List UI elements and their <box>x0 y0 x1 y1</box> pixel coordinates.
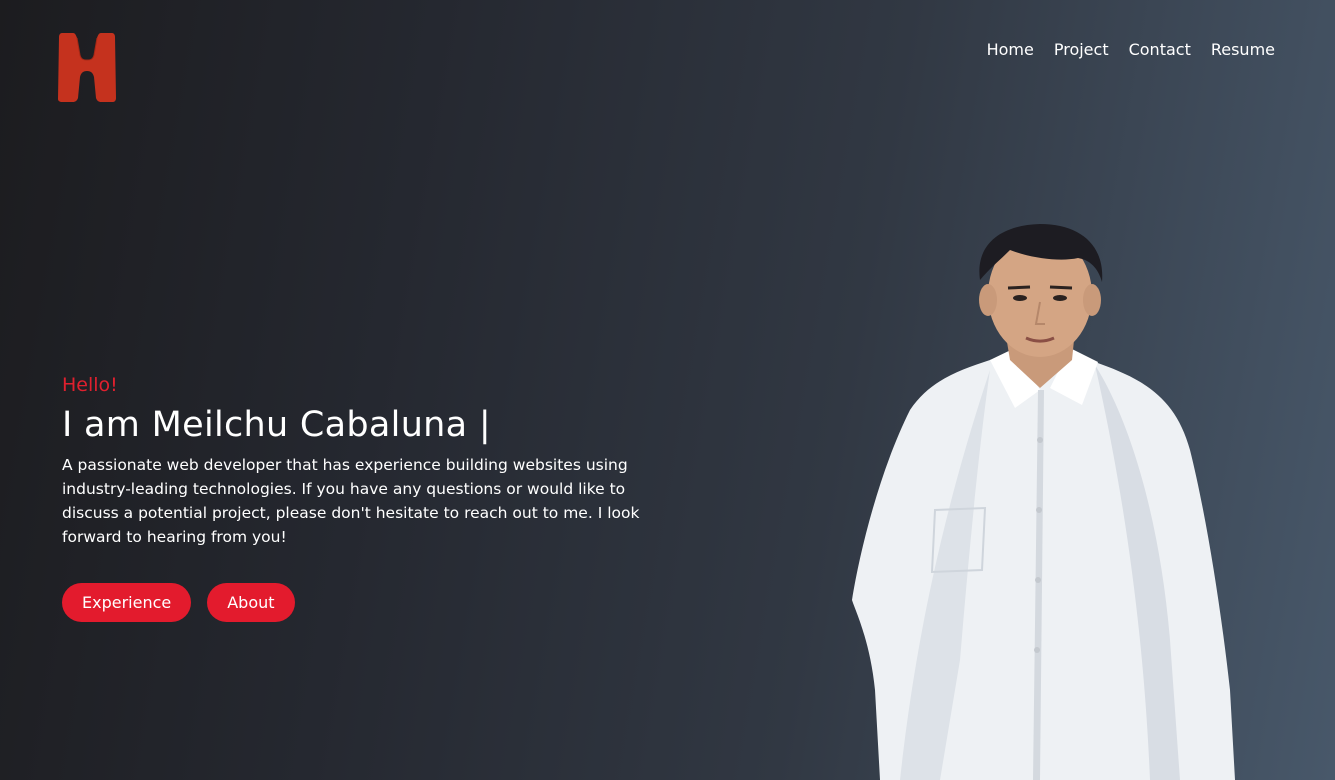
profile-photo <box>840 220 1240 780</box>
nav-contact-link[interactable]: Contact <box>1129 40 1191 60</box>
hero-greeting: Hello! <box>62 374 118 396</box>
about-button[interactable]: About <box>207 583 295 622</box>
main-nav: Home Project Contact Resume <box>987 40 1275 60</box>
brand-logo-icon[interactable] <box>56 29 118 103</box>
hero-title: I am Meilchu Cabaluna | <box>62 405 491 445</box>
hero-section: Hello! I am Meilchu Cabaluna | A passion… <box>62 373 652 622</box>
hero-buttons: Experience About <box>62 583 652 622</box>
nav-resume-link[interactable]: Resume <box>1211 40 1275 60</box>
nav-project-link[interactable]: Project <box>1054 40 1109 60</box>
nav-home-link[interactable]: Home <box>987 40 1034 60</box>
experience-button[interactable]: Experience <box>62 583 192 622</box>
hero-description: A passionate web developer that has expe… <box>62 456 640 546</box>
